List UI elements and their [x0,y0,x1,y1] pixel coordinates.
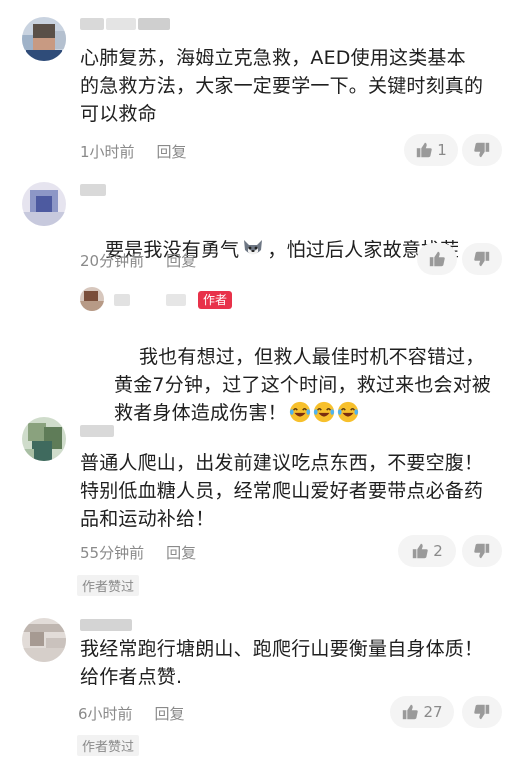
username-blur[interactable] [80,619,132,631]
timestamp: 55分钟前 [80,544,145,562]
like-count: 1 [437,141,447,159]
like-button[interactable]: 1 [404,134,458,166]
thumbs-down-icon [474,704,490,720]
like-button[interactable]: 27 [390,696,454,728]
avatar[interactable] [22,618,66,662]
author-liked-badge: 作者赞过 [77,575,140,596]
thumbs-up-icon [429,251,445,267]
timestamp: 6小时前 [78,705,133,723]
like-count: 2 [433,542,443,560]
comment-text: 普通人爬山，出发前建议吃点东西，不要空腹！特别低血糖人员，经常爬山爱好者要带点必… [80,452,484,530]
author-tag: 作者 [198,291,233,309]
reply-link[interactable]: 回复 [166,252,196,270]
dislike-button[interactable] [462,243,502,275]
dog-emoji-icon [244,240,263,255]
dislike-button[interactable] [462,535,502,567]
avatar[interactable] [22,17,66,61]
author-liked-badge: 作者赞过 [77,735,140,756]
avatar[interactable] [22,417,66,461]
comment-meta: 6小时前 回复 [78,703,185,724]
username-blur[interactable] [80,18,170,30]
thumbs-up-icon [413,543,428,559]
like-button[interactable] [417,243,457,275]
username-blur[interactable] [80,184,106,196]
timestamp: 20分钟前 [80,252,145,270]
thumbs-down-icon [474,251,490,267]
dislike-button[interactable] [462,134,502,166]
comment-text: 我经常跑行塘朗山、跑爬行山要衡量自身体质！给作者点赞. [80,638,484,688]
comment-meta: 20分钟前 回复 [80,250,196,271]
thumbs-down-icon [474,543,490,559]
avatar[interactable] [22,182,66,226]
comment-4: 我经常跑行塘朗山、跑爬行山要衡量自身体质！给作者点赞. 6小时前 回复 27 作者… [0,605,506,779]
comment-meta: 1小时前 回复 [80,141,187,162]
dislike-button[interactable] [462,696,502,728]
comment-2: 要是我没有勇气 ，怕过后人家故意找茬 20分钟前 回复 [0,170,506,285]
reply-link[interactable]: 回复 [166,544,196,562]
comment-meta: 55分钟前 回复 [80,542,196,563]
like-button[interactable]: 2 [398,535,456,567]
thumbs-up-icon [417,142,432,158]
avatar[interactable] [80,287,104,311]
timestamp: 1小时前 [80,143,135,161]
comment-text: 心肺复苏，海姆立克急救，AED使用这类基本的急救方法，大家一定要学一下。关键时刻… [80,47,484,125]
comment-1: 心肺复苏，海姆立克急救，AED使用这类基本的急救方法，大家一定要学一下。关键时刻… [0,0,506,170]
author-reply: 作者 我也有想过，但救人最佳时机不容错过，黄金7分钟，过了这个时间，救过来也会对… [0,285,506,424]
like-count: 27 [423,703,443,721]
thumbs-up-icon [403,704,419,720]
reply-link[interactable]: 回复 [155,705,185,723]
comment-3: 普通人爬山，出发前建议吃点东西，不要空腹！特别低血糖人员，经常爬山爱好者要带点必… [0,405,506,605]
username-blur[interactable] [80,425,114,437]
reply-link[interactable]: 回复 [157,143,187,161]
thumbs-down-icon [474,142,490,158]
